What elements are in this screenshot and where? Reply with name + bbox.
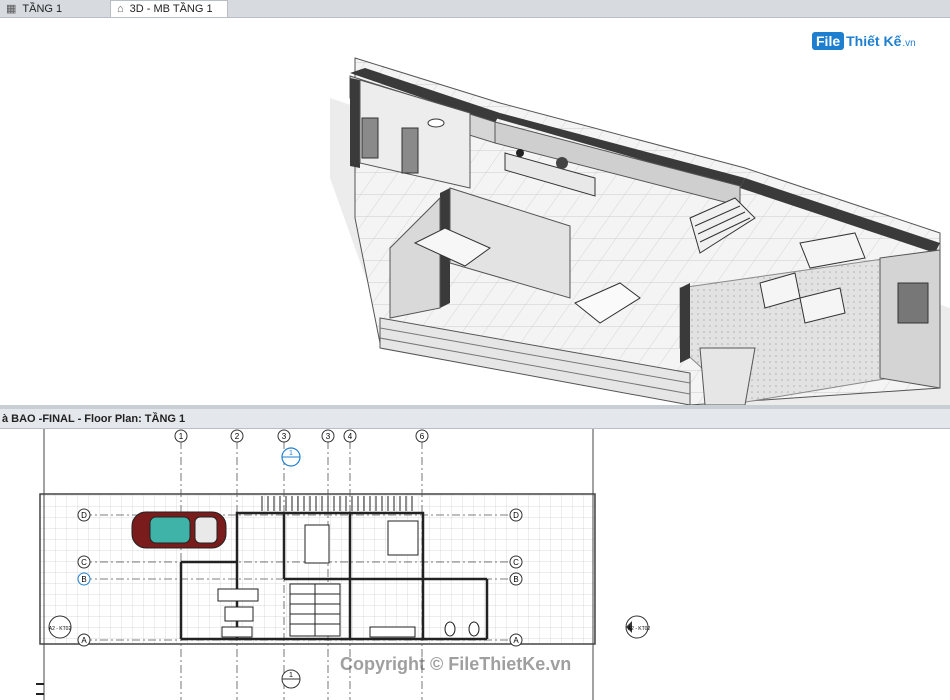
grid-row-label: C: [513, 558, 519, 567]
kitchen-counter: [369, 626, 416, 638]
tab-tang-1[interactable]: ▦ TẦNG 1: [6, 0, 62, 17]
logo-suffix: .vn: [902, 37, 916, 49]
grid-row-label: B: [513, 575, 518, 584]
grid-column-bubble: 3: [277, 429, 291, 443]
grid-row-bubble: D: [77, 508, 91, 522]
car-symbol: [131, 511, 227, 549]
elevation-tag: A2 - KT02: [48, 615, 72, 639]
3d-house-icon: ⌂: [117, 3, 124, 15]
grid-row-label: A: [81, 636, 87, 645]
wall-edge: [350, 78, 360, 168]
grid-row-bubble: B: [509, 572, 523, 586]
elevation-tag-label: A2 - KT02: [628, 626, 651, 632]
staircase: [289, 583, 341, 637]
section-mark-label: 1: [289, 450, 293, 457]
grid-row-label: D: [513, 511, 519, 520]
elevation-tag: A2 - KT02: [625, 615, 651, 639]
grid-row-label: C: [81, 558, 87, 567]
floor-plan-icon: ▦: [6, 3, 17, 15]
section-mark-label: 1: [289, 672, 293, 679]
sink: [427, 118, 445, 128]
coffee-table: [224, 606, 254, 622]
toilet: [468, 621, 480, 637]
grid-row-bubble: C: [509, 555, 523, 569]
grid-row-label: D: [81, 511, 87, 520]
grid-column-label: 1: [179, 432, 184, 441]
door: [401, 127, 419, 174]
tab-label: TẦNG 1: [22, 2, 63, 15]
logo-text: Thiết Kế: [846, 33, 902, 49]
site-logo: File Thiết Kế .vn: [812, 32, 916, 50]
plan-view-title: à BAO -FINAL - Floor Plan: TẦNG 1: [2, 412, 186, 425]
grid-column-bubble: 1: [174, 429, 188, 443]
grid-column-label: 3: [326, 432, 331, 441]
grid-column-bubble: 3: [321, 429, 335, 443]
grid-row-bubble: A: [77, 633, 91, 647]
grid-row-bubble: A: [509, 633, 523, 647]
grid-row-bubble: C: [77, 555, 91, 569]
view-tab-bar: ▦ TẦNG 1 ⌂ 3D - MB TẦNG 1: [0, 0, 950, 18]
sofa: [221, 626, 253, 638]
grid-column-bubble: 6: [415, 429, 429, 443]
section-mark: 1: [281, 447, 301, 467]
sofa: [217, 588, 259, 602]
grid-row-bubble: D: [509, 508, 523, 522]
grid-row-label: A: [513, 636, 519, 645]
plan-view-titlebar: à BAO -FINAL - Floor Plan: TẦNG 1: [0, 409, 950, 429]
wall-edge: [680, 283, 690, 363]
dining-table: [304, 524, 330, 564]
copyright-watermark: Copyright © FileThietKe.vn: [340, 654, 572, 674]
grid-row-bubble: B: [77, 572, 91, 586]
grid-column-bubble: 2: [230, 429, 244, 443]
grid-column-label: 2: [235, 432, 240, 441]
section-mark: 1: [281, 669, 301, 689]
door: [361, 117, 379, 159]
stove-burner: [516, 149, 524, 157]
grid-column-label: 6: [420, 432, 425, 441]
logo-box: File: [812, 32, 845, 50]
grid-column-label: 3: [282, 432, 287, 441]
grid-column-label: 4: [348, 432, 353, 441]
elevation-tag-label: A2 - KT02: [49, 626, 72, 632]
pot: [556, 157, 568, 169]
3d-model-drawing: [330, 57, 950, 405]
tab-3d-mb-tang-1[interactable]: ⌂ 3D - MB TẦNG 1: [110, 0, 228, 17]
grid-column-bubble: 4: [343, 429, 357, 443]
grid-row-label: B: [81, 575, 86, 584]
tab-label: 3D - MB TẦNG 1: [129, 3, 213, 15]
toilet: [444, 621, 456, 637]
window: [897, 282, 929, 324]
3d-view-canvas[interactable]: File Thiết Kế .vn: [0, 18, 950, 405]
bed: [387, 520, 419, 556]
